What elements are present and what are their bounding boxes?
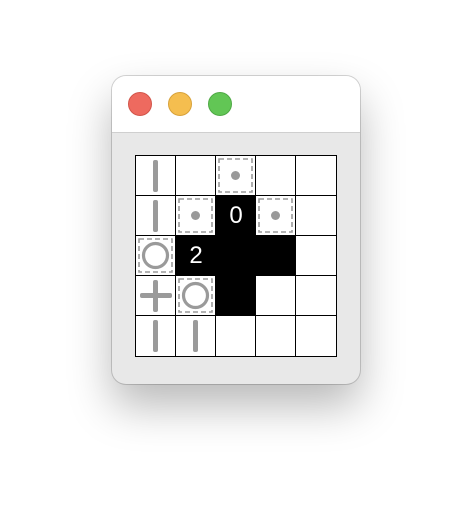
vertical-line-icon xyxy=(193,320,198,352)
vertical-line-icon xyxy=(153,160,158,192)
clue-number: 0 xyxy=(229,202,243,229)
grid-cell[interactable] xyxy=(256,316,296,356)
grid-cell[interactable] xyxy=(256,236,296,276)
grid-cell[interactable] xyxy=(296,236,336,276)
grid-cell[interactable] xyxy=(136,196,176,236)
grid-cell[interactable] xyxy=(136,316,176,356)
circle-icon xyxy=(138,238,173,273)
app-window: 02 xyxy=(112,76,360,384)
grid-cell[interactable] xyxy=(136,236,176,276)
grid-cell[interactable] xyxy=(296,196,336,236)
grid-cell[interactable]: 2 xyxy=(176,236,216,276)
grid-cell[interactable] xyxy=(216,316,256,356)
vertical-line-icon xyxy=(153,200,158,232)
grid-cell[interactable] xyxy=(296,316,336,356)
grid-cell[interactable] xyxy=(176,196,216,236)
grid-cell[interactable] xyxy=(256,196,296,236)
dot-icon xyxy=(178,198,213,233)
grid-cell[interactable] xyxy=(176,316,216,356)
grid-cell[interactable] xyxy=(296,276,336,316)
puzzle-grid: 02 xyxy=(135,155,337,357)
grid-cell[interactable] xyxy=(176,276,216,316)
clue-number: 2 xyxy=(189,242,203,269)
cross-icon xyxy=(140,280,172,312)
grid-cell[interactable] xyxy=(216,236,256,276)
grid-cell[interactable] xyxy=(136,276,176,316)
maximize-button[interactable] xyxy=(208,92,232,116)
grid-cell[interactable] xyxy=(136,156,176,196)
dot-icon xyxy=(258,198,293,233)
grid-cell[interactable] xyxy=(296,156,336,196)
close-button[interactable] xyxy=(128,92,152,116)
grid-cell[interactable] xyxy=(256,156,296,196)
dot-icon xyxy=(218,158,253,193)
minimize-button[interactable] xyxy=(168,92,192,116)
grid-cell[interactable] xyxy=(176,156,216,196)
vertical-line-icon xyxy=(153,320,158,352)
title-bar[interactable] xyxy=(112,76,360,133)
circle-icon xyxy=(178,278,213,313)
grid-cell[interactable] xyxy=(256,276,296,316)
grid-cell[interactable]: 0 xyxy=(216,196,256,236)
grid-cell[interactable] xyxy=(216,156,256,196)
grid-cell[interactable] xyxy=(216,276,256,316)
